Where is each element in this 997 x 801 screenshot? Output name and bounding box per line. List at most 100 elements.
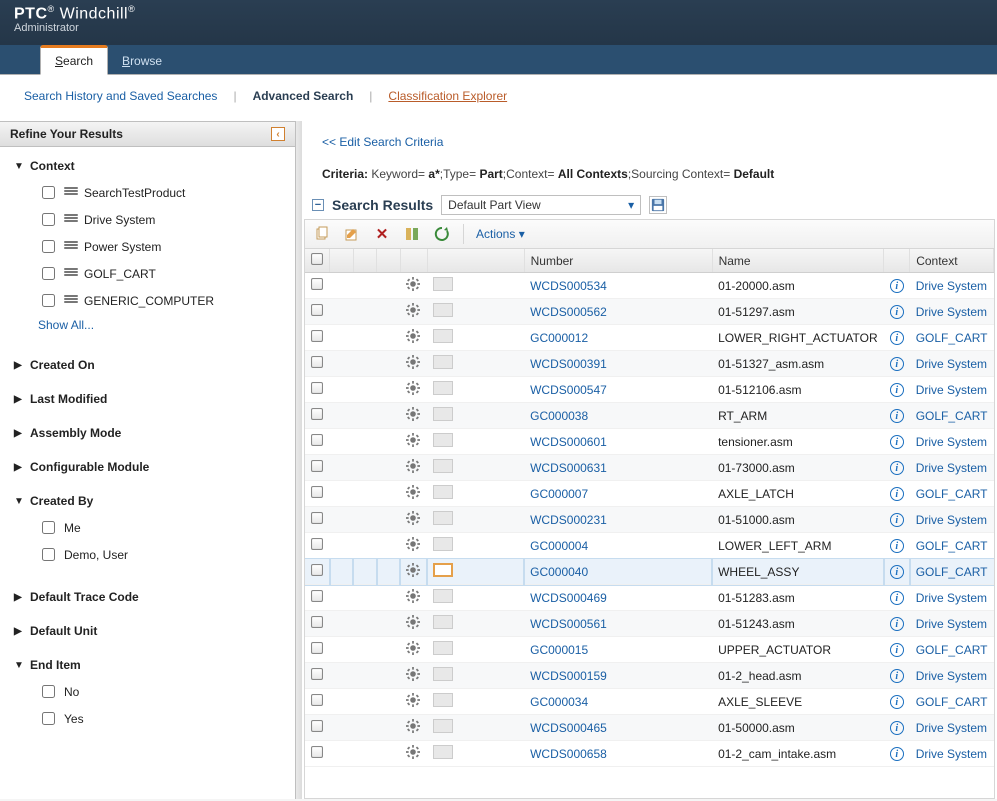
- row-checkbox[interactable]: [311, 434, 323, 446]
- facet-checkbox[interactable]: [42, 685, 55, 698]
- name-header[interactable]: Name: [712, 249, 884, 273]
- facet-context-item[interactable]: GOLF_CART: [38, 260, 281, 287]
- thumbnail-icon[interactable]: [433, 381, 453, 395]
- thumbnail-icon[interactable]: [433, 511, 453, 525]
- context-link[interactable]: Drive System: [916, 747, 987, 761]
- facet-end-item-header[interactable]: ▼ End Item: [14, 654, 281, 676]
- row-checkbox[interactable]: [311, 382, 323, 394]
- gear-icon[interactable]: [406, 280, 420, 294]
- info-icon[interactable]: i: [890, 331, 904, 345]
- context-link[interactable]: Drive System: [916, 461, 987, 475]
- row-checkbox[interactable]: [311, 304, 323, 316]
- row-checkbox[interactable]: [311, 746, 323, 758]
- row-checkbox[interactable]: [311, 538, 323, 550]
- part-number-link[interactable]: GC000015: [530, 643, 588, 657]
- thumbnail-icon[interactable]: [433, 719, 453, 733]
- thumbnail-icon[interactable]: [433, 589, 453, 603]
- context-link[interactable]: Drive System: [916, 513, 987, 527]
- table-row[interactable]: GC000015UPPER_ACTUATORiGOLF_CART: [305, 637, 994, 663]
- thumbnail-icon[interactable]: [433, 537, 453, 551]
- checkbox-icon[interactable]: [311, 253, 323, 265]
- table-row[interactable]: WCDS00063101-73000.asmiDrive System: [305, 455, 994, 481]
- table-row[interactable]: WCDS00056201-51297.asmiDrive System: [305, 299, 994, 325]
- part-number-link[interactable]: GC000038: [530, 409, 588, 423]
- table-row[interactable]: GC000034AXLE_SLEEVEiGOLF_CART: [305, 689, 994, 715]
- info-icon[interactable]: i: [890, 643, 904, 657]
- facet-checkbox[interactable]: [42, 548, 55, 561]
- info-icon[interactable]: i: [890, 513, 904, 527]
- part-number-link[interactable]: GC000004: [530, 539, 588, 553]
- gear-icon[interactable]: [406, 644, 420, 658]
- facet-end-item-item[interactable]: Yes: [38, 705, 281, 732]
- gear-icon[interactable]: [406, 696, 420, 710]
- row-checkbox[interactable]: [311, 408, 323, 420]
- thumbnail-icon[interactable]: [433, 563, 453, 577]
- select-all-header[interactable]: [305, 249, 330, 273]
- part-number-link[interactable]: GC000007: [530, 487, 588, 501]
- edit-search-criteria-link[interactable]: << Edit Search Criteria: [302, 135, 997, 149]
- gear-icon[interactable]: [406, 410, 420, 424]
- facet-last-modified-header[interactable]: ▶ Last Modified: [14, 388, 281, 410]
- gear-icon[interactable]: [406, 566, 420, 580]
- part-number-link[interactable]: WCDS000562: [530, 305, 607, 319]
- table-row[interactable]: WCDS00015901-2_head.asmiDrive System: [305, 663, 994, 689]
- context-header[interactable]: Context: [910, 249, 994, 273]
- facet-created-on-header[interactable]: ▶ Created On: [14, 354, 281, 376]
- table-row[interactable]: WCDS00056101-51243.asmiDrive System: [305, 611, 994, 637]
- table-row[interactable]: WCDS000601tensioner.asmiDrive System: [305, 429, 994, 455]
- row-checkbox[interactable]: [311, 356, 323, 368]
- info-icon[interactable]: i: [890, 305, 904, 319]
- context-link[interactable]: GOLF_CART: [916, 539, 988, 553]
- facet-default-unit-header[interactable]: ▶ Default Unit: [14, 620, 281, 642]
- thumbnail-icon[interactable]: [433, 303, 453, 317]
- row-checkbox[interactable]: [311, 512, 323, 524]
- tab-browse[interactable]: Browse: [108, 48, 176, 74]
- part-number-link[interactable]: WCDS000658: [530, 747, 607, 761]
- facet-checkbox[interactable]: [42, 240, 55, 253]
- facet-default-trace-header[interactable]: ▶ Default Trace Code: [14, 586, 281, 608]
- table-row[interactable]: WCDS00046901-51283.asmiDrive System: [305, 585, 994, 611]
- row-checkbox[interactable]: [311, 590, 323, 602]
- thumbnail-icon[interactable]: [433, 693, 453, 707]
- context-link[interactable]: Drive System: [916, 617, 987, 631]
- gear-icon[interactable]: [406, 462, 420, 476]
- table-row[interactable]: WCDS00023101-51000.asmiDrive System: [305, 507, 994, 533]
- refresh-button[interactable]: [433, 225, 451, 243]
- facet-end-item-item[interactable]: No: [38, 678, 281, 705]
- gear-icon[interactable]: [406, 488, 420, 502]
- collapse-panel-icon[interactable]: ‹: [271, 127, 285, 141]
- thumbnail-icon[interactable]: [433, 745, 453, 759]
- view-select[interactable]: Default Part View ▾: [441, 195, 641, 215]
- info-icon[interactable]: i: [890, 565, 904, 579]
- part-number-link[interactable]: WCDS000465: [530, 721, 607, 735]
- thumbnail-icon[interactable]: [433, 433, 453, 447]
- tab-search[interactable]: Search: [40, 45, 108, 75]
- row-checkbox[interactable]: [311, 330, 323, 342]
- context-link[interactable]: Drive System: [916, 305, 987, 319]
- table-row[interactable]: WCDS00046501-50000.asmiDrive System: [305, 715, 994, 741]
- context-link[interactable]: Drive System: [916, 435, 987, 449]
- info-icon[interactable]: i: [890, 721, 904, 735]
- facet-context-header[interactable]: ▼ Context: [14, 155, 281, 177]
- gear-icon[interactable]: [406, 722, 420, 736]
- table-row[interactable]: GC000038RT_ARMiGOLF_CART: [305, 403, 994, 429]
- info-icon[interactable]: i: [890, 591, 904, 605]
- context-link[interactable]: GOLF_CART: [916, 409, 988, 423]
- row-checkbox[interactable]: [311, 616, 323, 628]
- row-checkbox[interactable]: [311, 564, 323, 576]
- facet-context-item[interactable]: Power System: [38, 233, 281, 260]
- facet-checkbox[interactable]: [42, 521, 55, 534]
- thumbnail-icon[interactable]: [433, 641, 453, 655]
- context-link[interactable]: Drive System: [916, 721, 987, 735]
- thumbnail-icon[interactable]: [433, 615, 453, 629]
- facet-checkbox[interactable]: [42, 712, 55, 725]
- part-number-link[interactable]: WCDS000159: [530, 669, 607, 683]
- facet-context-item[interactable]: SearchTestProduct: [38, 179, 281, 206]
- facet-created-by-item[interactable]: Demo, User: [38, 541, 281, 568]
- facet-context-item[interactable]: GENERIC_COMPUTER: [38, 287, 281, 314]
- info-icon[interactable]: i: [890, 487, 904, 501]
- row-checkbox[interactable]: [311, 720, 323, 732]
- table-row[interactable]: GC000040WHEEL_ASSYiGOLF_CART: [305, 559, 994, 585]
- thumbnail-icon[interactable]: [433, 667, 453, 681]
- part-number-link[interactable]: GC000034: [530, 695, 588, 709]
